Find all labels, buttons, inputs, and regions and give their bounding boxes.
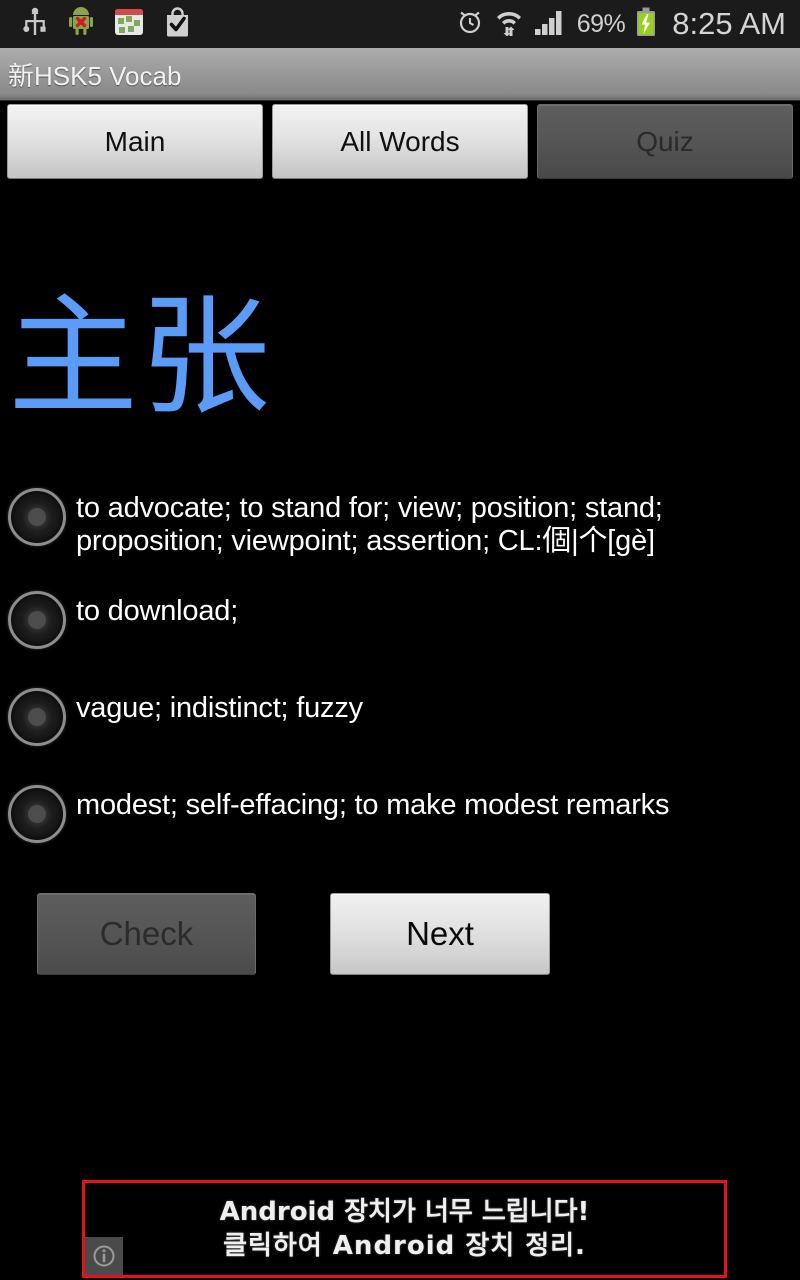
action-bar: 新HSK5 Vocab [0, 48, 800, 101]
check-button-label: Check [99, 915, 194, 952]
app-title: 新HSK5 Vocab [8, 60, 182, 91]
quiz-option-1[interactable]: to advocate; to stand for; view; positio… [0, 478, 800, 564]
status-bar: 69% 8:25 AM [0, 0, 800, 48]
radio-button-icon[interactable] [8, 590, 66, 649]
calendar-icon [114, 7, 144, 42]
quiz-option-3-label: vague; indistinct; fuzzy [76, 691, 363, 724]
ad-info-icon[interactable] [85, 1237, 123, 1275]
quiz-option-1-label: to advocate; to stand for; view; positio… [76, 492, 663, 557]
quiz-option-2-label: to download; [76, 594, 239, 627]
alarm-clock-icon [456, 8, 484, 41]
tab-quiz-label: Quiz [636, 125, 694, 157]
quiz-option-3[interactable]: vague; indistinct; fuzzy [0, 678, 800, 758]
tab-main[interactable]: Main [7, 104, 263, 179]
play-store-bag-icon [164, 6, 191, 42]
battery-charging-icon [636, 7, 656, 42]
usb-icon [22, 7, 48, 42]
ad-headline: Android 장치가 너무 느립니다! [219, 1196, 590, 1227]
android-debug-icon [68, 6, 94, 42]
tab-all-words[interactable]: All Words [272, 104, 528, 179]
quiz-option-4-label: modest; self-effacing; to make modest re… [76, 788, 670, 821]
signal-bars-icon [534, 8, 566, 41]
next-button-label: Next [406, 915, 474, 952]
ad-banner[interactable]: Android 장치가 너무 느립니다! 클릭하여 Android 장치 정리. [82, 1180, 727, 1278]
battery-percent-label: 69% [576, 9, 626, 38]
status-bar-right-icons: 69% 8:25 AM [456, 6, 800, 42]
radio-button-icon[interactable] [8, 687, 66, 746]
tab-all-words-label: All Words [340, 125, 460, 157]
check-button: Check [37, 893, 256, 975]
ad-subline: 클릭하여 Android 장치 정리. [223, 1231, 586, 1261]
status-bar-left-icons [0, 6, 191, 42]
tab-quiz: Quiz [537, 104, 793, 179]
quiz-option-2[interactable]: to download; [0, 581, 800, 661]
tab-main-label: Main [104, 125, 166, 157]
phone-screen: 69% 8:25 AM 新HSK5 Vocab Main All Words Q… [0, 0, 800, 1280]
radio-button-icon[interactable] [8, 784, 66, 843]
quiz-option-4[interactable]: modest; self-effacing; to make modest re… [0, 775, 800, 855]
wifi-transfer-icon [495, 8, 523, 41]
radio-button-icon[interactable] [8, 488, 66, 546]
tab-bar: Main All Words Quiz [0, 104, 800, 182]
quiz-word: 主张 [8, 281, 273, 433]
clock-label: 8:25 AM [672, 6, 786, 41]
quiz-action-buttons: Check Next [0, 893, 800, 979]
next-button[interactable]: Next [330, 893, 550, 975]
quiz-options-group: to advocate; to stand for; view; positio… [0, 478, 800, 855]
